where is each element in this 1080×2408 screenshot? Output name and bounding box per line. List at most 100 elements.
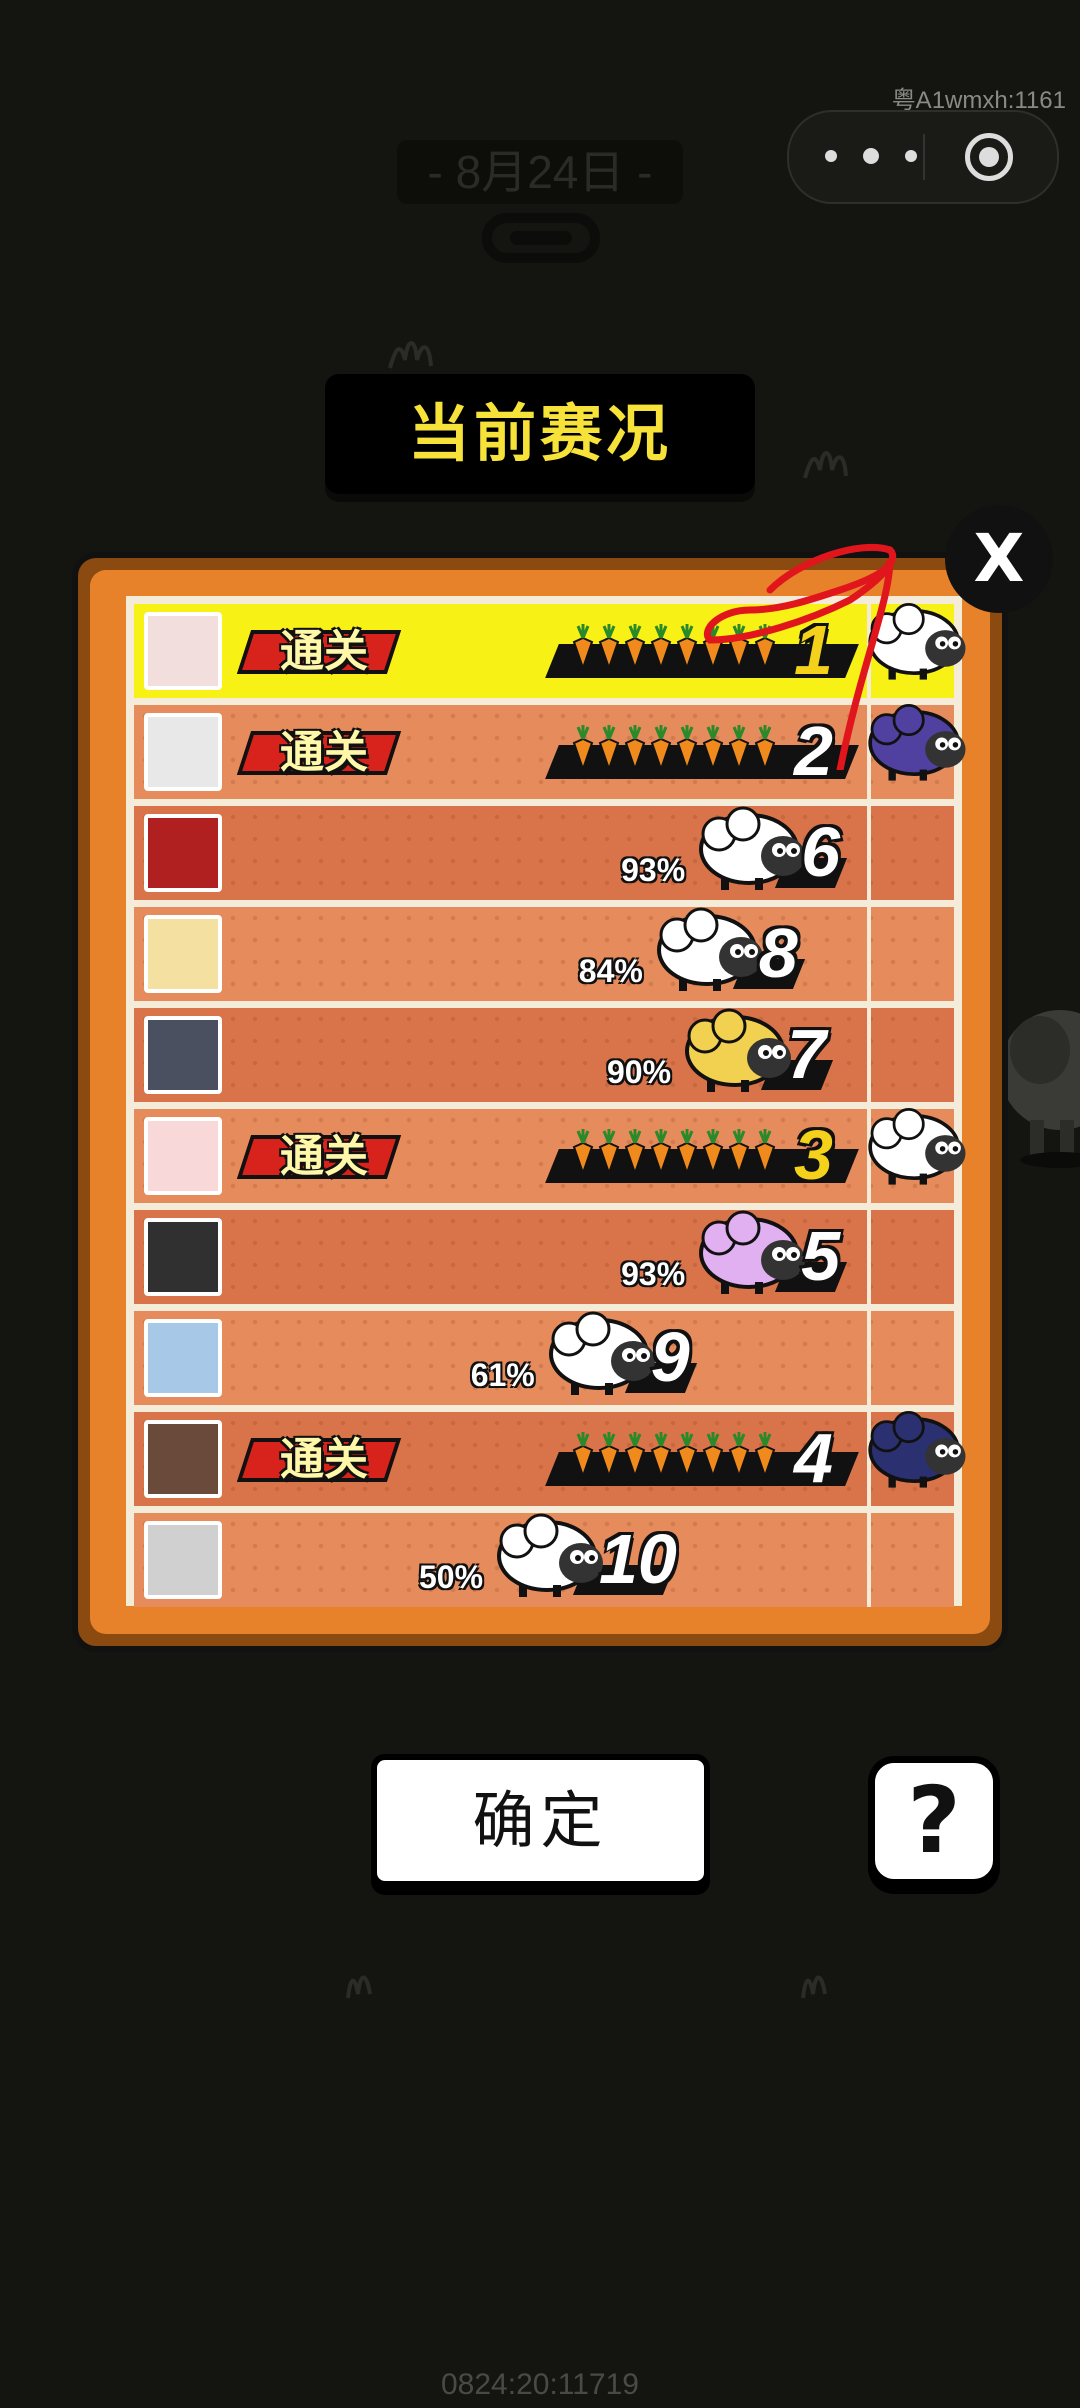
carrot-icon bbox=[676, 1129, 698, 1177]
close-icon: X bbox=[973, 520, 1025, 597]
rank-number: 9 bbox=[650, 1318, 690, 1396]
carrot-icon bbox=[702, 725, 724, 773]
white-sheep-icon bbox=[861, 600, 971, 688]
leaderboard-row: 通关 1 bbox=[134, 603, 966, 698]
carrot-icon bbox=[624, 1432, 646, 1480]
grass-icon bbox=[388, 341, 433, 369]
leaderboard-row: 通关 2 bbox=[134, 704, 966, 799]
cleared-badge: 通关 bbox=[236, 725, 402, 781]
cleared-label: 通关 bbox=[280, 1131, 368, 1182]
rank-number: 1 bbox=[794, 611, 833, 689]
cleared-badge: 通关 bbox=[236, 624, 402, 680]
white-sheep-icon bbox=[691, 804, 811, 898]
cleared-label: 通关 bbox=[280, 727, 368, 778]
leaderboard-row: 84% 8 bbox=[134, 907, 954, 1001]
rank-number: 2 bbox=[794, 712, 833, 790]
carrot-icon bbox=[624, 624, 646, 672]
rank-number: 3 bbox=[794, 1116, 833, 1194]
progress-percent: 90% bbox=[607, 1054, 672, 1090]
reward-cell bbox=[867, 806, 954, 900]
carrot-icon bbox=[624, 725, 646, 773]
carrot-icon bbox=[728, 1432, 750, 1480]
avatar[interactable] bbox=[144, 1218, 222, 1296]
capsule-divider bbox=[923, 134, 925, 180]
cleared-badge: 通关 bbox=[236, 1432, 402, 1488]
carrot-icon bbox=[702, 1432, 724, 1480]
close-button[interactable]: X bbox=[945, 505, 1053, 613]
carrot-icon bbox=[598, 624, 620, 672]
reward-cell bbox=[867, 1513, 954, 1607]
rank-number: 8 bbox=[758, 914, 798, 992]
carrot-icon bbox=[754, 1432, 776, 1480]
avatar[interactable] bbox=[144, 1420, 222, 1498]
cleared-badge: 通关 bbox=[236, 1129, 402, 1185]
carrot-icon bbox=[650, 1129, 672, 1177]
carrot-icon bbox=[650, 624, 672, 672]
leaderboard-row: 93% 6 bbox=[134, 806, 954, 900]
rank-number: 6 bbox=[801, 813, 841, 891]
leaderboard-row: 90% 7 bbox=[134, 1008, 954, 1102]
leaderboard-row: 93% 5 bbox=[134, 1210, 954, 1304]
miniprogram-capsule bbox=[787, 110, 1059, 204]
progress-percent: 84% bbox=[578, 953, 643, 989]
white-sheep-icon bbox=[541, 1309, 661, 1403]
white-sheep-icon bbox=[649, 905, 769, 999]
grass-icon bbox=[801, 1975, 827, 1999]
rank-number: 4 bbox=[794, 1419, 833, 1497]
avatar[interactable] bbox=[144, 814, 222, 892]
carrot-icon bbox=[572, 1129, 594, 1177]
carrot-icon bbox=[754, 624, 776, 672]
carrot-icon bbox=[676, 624, 698, 672]
date-label: - 8月24日 - bbox=[397, 140, 683, 204]
carrot-icon bbox=[676, 725, 698, 773]
cleared-label: 通关 bbox=[280, 1434, 368, 1485]
progress-percent: 50% bbox=[419, 1559, 484, 1595]
leaderboard-row: 61% 9 bbox=[134, 1311, 954, 1405]
carrot-icon bbox=[650, 1432, 672, 1480]
leaderboard-panel: 通关 1 通关 2 93% 6 84% 8 90% 7 通关 3 93% 5 6… bbox=[72, 552, 1008, 1652]
white-sheep-icon bbox=[861, 1105, 971, 1193]
carrot-icon bbox=[676, 1432, 698, 1480]
avatar[interactable] bbox=[144, 915, 222, 993]
avatar[interactable] bbox=[144, 612, 222, 690]
reward-cell bbox=[867, 1411, 966, 1506]
carrot-icon bbox=[572, 725, 594, 773]
avatar[interactable] bbox=[144, 1521, 222, 1599]
reward-cell bbox=[867, 1108, 966, 1203]
night-sheep-icon bbox=[861, 1408, 971, 1496]
avatar[interactable] bbox=[144, 1117, 222, 1195]
avatar[interactable] bbox=[144, 1319, 222, 1397]
rank-number: 7 bbox=[787, 1015, 826, 1093]
carrot-icon bbox=[598, 725, 620, 773]
carrot-icon bbox=[598, 1129, 620, 1177]
carrot-icon bbox=[702, 1129, 724, 1177]
help-button[interactable]: ? bbox=[868, 1756, 1000, 1886]
reward-cell bbox=[867, 1210, 954, 1304]
page-title: 当前赛况 bbox=[325, 374, 755, 494]
grass-icon bbox=[803, 451, 848, 479]
progress-percent: 61% bbox=[470, 1357, 535, 1393]
more-menu-icon[interactable] bbox=[825, 142, 945, 172]
avatar[interactable] bbox=[144, 713, 222, 791]
close-miniprogram-icon[interactable] bbox=[965, 133, 1013, 181]
cleared-label: 通关 bbox=[280, 626, 368, 677]
reward-cell bbox=[867, 704, 966, 799]
carrot-icon bbox=[572, 624, 594, 672]
carrot-icon bbox=[650, 725, 672, 773]
reward-cell bbox=[867, 1311, 954, 1405]
carrot-icon bbox=[728, 624, 750, 672]
teapot-sheep-icon bbox=[677, 1006, 797, 1100]
avatar[interactable] bbox=[144, 1016, 222, 1094]
confirm-button[interactable]: 确定 bbox=[371, 1754, 710, 1887]
carrot-icon bbox=[702, 624, 724, 672]
white-sheep-icon bbox=[489, 1511, 609, 1605]
grass-icon bbox=[346, 1975, 372, 1999]
leaderboard-rows: 通关 1 通关 2 93% 6 84% 8 90% 7 通关 3 93% 5 6… bbox=[134, 603, 966, 1614]
carrot-icon bbox=[754, 1129, 776, 1177]
carrot-icon bbox=[728, 725, 750, 773]
rank-number: 10 bbox=[599, 1520, 677, 1598]
galaxy-sheep-icon bbox=[861, 701, 971, 789]
carrot-icon bbox=[728, 1129, 750, 1177]
leaderboard-row: 通关 3 bbox=[134, 1108, 966, 1203]
leaderboard-row: 通关 4 bbox=[134, 1411, 966, 1506]
